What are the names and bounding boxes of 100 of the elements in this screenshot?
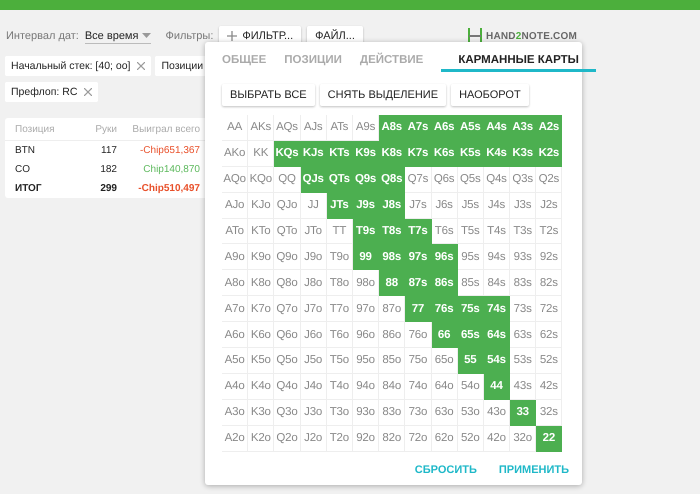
hand-cell[interactable]: 75o [405,348,432,374]
hand-cell[interactable]: A4o [222,374,248,400]
hand-cell[interactable]: AA [222,115,248,141]
hand-cell[interactable]: K9s [352,140,380,167]
hand-cell[interactable]: J2s [536,192,562,219]
hand-cell[interactable]: KJs [300,140,327,167]
hand-cell[interactable]: K9o [248,244,274,270]
hand-cell[interactable]: Q9s [352,166,380,193]
hand-cell[interactable]: 85o [379,348,406,374]
hand-cell[interactable]: Q4s [484,166,510,193]
hand-cell[interactable]: 87s [405,270,432,296]
hand-cell[interactable]: A2o [222,426,248,452]
hand-cell[interactable]: Q8s [379,166,406,193]
hand-cell[interactable]: Q5o [274,348,301,374]
hand-cell[interactable]: K3o [248,400,274,426]
hand-cell[interactable]: JTs [326,192,353,219]
hand-cell[interactable]: J3o [300,400,327,426]
hand-cell[interactable]: 52o [458,426,484,452]
hand-cell[interactable]: K6o [248,322,274,348]
hand-cell[interactable]: ATo [222,218,248,244]
hand-cell[interactable]: 82s [536,270,562,296]
hand-cell[interactable]: A3o [222,400,248,426]
hand-cell[interactable]: J4s [484,192,510,219]
hand-cell[interactable]: KQs [274,140,301,167]
hand-cell[interactable]: K2o [248,426,274,452]
hand-cell[interactable]: J7o [300,296,327,322]
hand-cell[interactable]: T7o [326,296,353,322]
hand-cell[interactable]: JTo [300,218,327,244]
hand-cell[interactable]: A7s [405,115,432,141]
hand-cell[interactable]: K8s [379,140,406,167]
filter-chip[interactable]: Префлоп: RC [5,82,98,102]
hand-cell[interactable]: 64s [484,322,510,348]
hand-cell[interactable]: 96o [352,322,380,348]
hand-cell[interactable]: T8o [326,270,353,296]
hand-cell[interactable]: 82o [379,426,406,452]
close-icon[interactable] [137,62,146,70]
hand-cell[interactable]: AQo [222,166,248,193]
hand-cell[interactable]: A8s [379,115,406,141]
hand-cell[interactable]: 72o [405,426,432,452]
hand-cell[interactable]: Q6o [274,322,301,348]
tab[interactable]: КАРМАННЫЕ КАРТЫ [441,42,596,72]
hand-cell[interactable]: K4o [248,374,274,400]
hand-cell[interactable]: A5s [458,115,484,141]
hand-cell[interactable]: 74o [405,374,432,400]
hand-cell[interactable]: K8o [248,270,274,296]
hand-cell[interactable]: 76s [432,296,458,322]
hand-cell[interactable]: A9o [222,244,248,270]
hand-cell[interactable]: 95s [458,244,484,270]
hand-cell[interactable]: 83s [510,270,536,296]
hand-cell[interactable]: K7o [248,296,274,322]
hand-cell[interactable]: Q2o [274,426,301,452]
hand-cell[interactable]: Q8o [274,270,301,296]
hand-cell[interactable]: KJo [248,192,274,219]
hand-cell[interactable]: 86o [379,322,406,348]
hand-cell[interactable]: 52s [536,348,562,374]
hand-cell[interactable]: KQo [248,166,274,193]
hand-cell[interactable]: QTo [274,218,301,244]
hand-cell[interactable]: T6o [326,322,353,348]
hand-cell[interactable]: 44 [484,374,510,400]
hand-cell[interactable]: 84o [379,374,406,400]
hand-cell[interactable]: J4o [300,374,327,400]
hand-cell[interactable]: 72s [536,296,562,322]
hand-cell[interactable]: 54s [484,348,510,374]
hand-cell[interactable]: 96s [432,244,458,270]
hand-cell[interactable]: 88 [379,270,406,296]
hand-cell[interactable]: T9s [352,218,380,244]
hand-cell[interactable]: 42o [484,426,510,452]
hand-cell[interactable]: 97o [352,296,380,322]
hand-cell[interactable]: 62s [536,322,562,348]
hand-cell[interactable]: J6s [432,192,458,219]
hand-cell[interactable]: 63s [510,322,536,348]
hand-cell[interactable]: A2s [536,115,562,141]
hand-cell[interactable]: T3s [510,218,536,244]
hand-cell[interactable]: Q3s [510,166,536,193]
hand-cell[interactable]: J6o [300,322,327,348]
hand-cell[interactable]: T2s [536,218,562,244]
hand-cell[interactable]: Q4o [274,374,301,400]
hand-cell[interactable]: 22 [536,426,562,452]
hand-cell[interactable]: 55 [458,348,484,374]
hand-cell[interactable]: Q7o [274,296,301,322]
hand-cell[interactable]: 64o [432,374,458,400]
hand-cell[interactable]: 66 [432,322,458,348]
hand-cell[interactable]: 86s [432,270,458,296]
hand-cell[interactable]: A4s [484,115,510,141]
hand-cell[interactable]: T4o [326,374,353,400]
hand-cell[interactable]: AJo [222,192,248,219]
hand-cell[interactable]: 62o [432,426,458,452]
hand-cell[interactable]: Q5s [458,166,484,193]
date-dropdown[interactable]: Все время [84,28,152,44]
hand-cell[interactable]: 83o [379,400,406,426]
hand-cell[interactable]: A8o [222,270,248,296]
hand-cell[interactable]: J9o [300,244,327,270]
hand-cell[interactable]: 42s [536,374,562,400]
hand-cell[interactable]: 97s [405,244,432,270]
action-button[interactable]: НАОБОРОТ [451,84,529,106]
hand-cell[interactable]: T5s [458,218,484,244]
hand-cell[interactable]: 53o [458,400,484,426]
hand-cell[interactable]: Q2s [536,166,562,193]
hand-cell[interactable]: A3s [510,115,536,141]
hand-cell[interactable]: 94s [484,244,510,270]
